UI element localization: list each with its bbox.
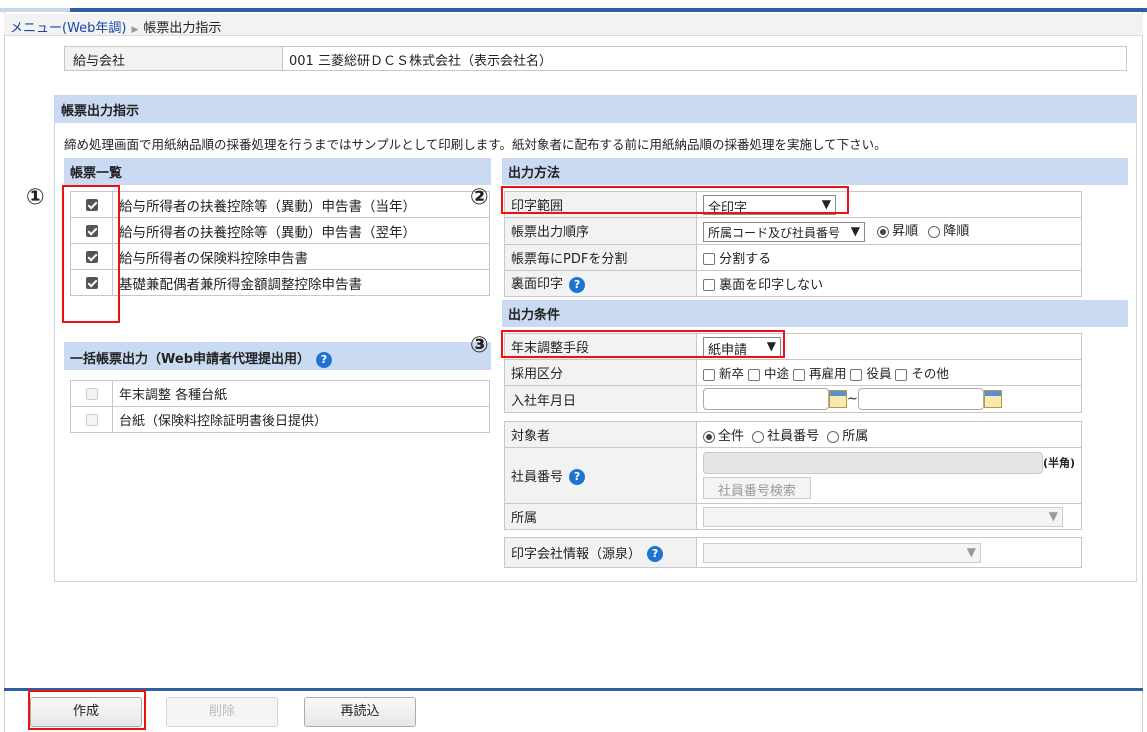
target-option: 社員番号 bbox=[767, 429, 820, 444]
breadcrumb-menu-link[interactable]: メニュー(Web年調) bbox=[10, 21, 127, 36]
target-option: 全件 bbox=[717, 429, 744, 444]
chevron-down-icon: ▼ bbox=[1048, 508, 1058, 523]
target-table: 対象者 全件 社員番号 所属 社員番号? (半角) 社員番号検索 所属 ▼ bbox=[504, 421, 1083, 530]
highlight-box bbox=[501, 186, 849, 214]
list-item: 給与所得者の扶養控除等（異動）申告書（当年） bbox=[70, 191, 490, 218]
dept-label: 所属 bbox=[504, 503, 697, 530]
bulk-table: 年末調整 各種台紙 台紙（保険料控除証明書後日提供） bbox=[70, 380, 490, 433]
bulk-item-label: 年末調整 各種台紙 bbox=[112, 380, 490, 407]
target-option: 所属 bbox=[842, 429, 869, 444]
employee-no-label: 社員番号 bbox=[511, 469, 564, 485]
marker-3: ③ bbox=[470, 333, 489, 358]
list-table: 給与所得者の扶養控除等（異動）申告書（当年） 給与所得者の扶養控除等（異動）申告… bbox=[70, 191, 490, 296]
company-label: 給与会社 bbox=[65, 47, 283, 70]
list-item: 給与所得者の扶養控除等（異動）申告書（翌年） bbox=[70, 217, 490, 244]
conditions-title: 出力条件 bbox=[502, 300, 1128, 327]
marker-1: ① bbox=[26, 185, 45, 210]
hire-type-option: 役員 bbox=[866, 366, 892, 381]
target-label: 対象者 bbox=[504, 421, 697, 448]
order-label: 帳票出力順序 bbox=[504, 217, 697, 245]
target-radio[interactable] bbox=[702, 430, 715, 443]
hire-type-checkbox[interactable] bbox=[895, 368, 908, 381]
hire-type-option: 再雇用 bbox=[808, 366, 847, 381]
company-info-cell: 印字会社情報（源泉）? bbox=[504, 537, 697, 568]
bulk-item-checkbox[interactable] bbox=[85, 413, 98, 426]
employee-no-cell: 社員番号? bbox=[504, 447, 697, 504]
asc-radio[interactable] bbox=[877, 225, 890, 238]
bulk-title-text: 一括帳票出力（Web申請者代理提出用） bbox=[70, 352, 310, 367]
reload-button[interactable]: 再読込 bbox=[304, 697, 416, 727]
desc-radio[interactable] bbox=[928, 225, 941, 238]
employee-no-hint: (半角) bbox=[1042, 456, 1075, 470]
hire-type-option: 新卒 bbox=[718, 366, 744, 381]
list-item: 基礎兼配偶者兼所得金額調整控除申告書 bbox=[70, 269, 490, 296]
hire-date-label: 入社年月日 bbox=[504, 385, 697, 413]
employee-search-button[interactable]: 社員番号検索 bbox=[702, 477, 811, 499]
list-item-label: 給与所得者の保険料控除申告書 bbox=[112, 243, 490, 270]
company-value: 001 三菱総研ＤＣＳ株式会社（表示会社名） bbox=[289, 54, 552, 69]
asc-label: 昇順 bbox=[892, 224, 919, 239]
delete-button[interactable]: 削除 bbox=[166, 697, 278, 727]
hire-type-checkbox[interactable] bbox=[792, 368, 805, 381]
employee-no-input[interactable] bbox=[702, 452, 1043, 474]
highlight-box bbox=[62, 185, 120, 323]
help-icon[interactable]: ? bbox=[316, 351, 332, 368]
list-item: 給与所得者の保険料控除申告書 bbox=[70, 243, 490, 270]
company-row: 給与会社 001 三菱総研ＤＣＳ株式会社（表示会社名） bbox=[64, 46, 1127, 71]
marker-2: ② bbox=[470, 185, 489, 210]
panel-title: 帳票出力指示 bbox=[55, 96, 1136, 123]
split-pdf-checkbox[interactable] bbox=[703, 253, 715, 265]
desc-label: 降順 bbox=[943, 224, 970, 239]
bulk-item-checkbox[interactable] bbox=[85, 387, 98, 400]
list-item: 年末調整 各種台紙 bbox=[70, 380, 490, 407]
output-method-title: 出力方法 bbox=[502, 158, 1128, 185]
notice-text: 締め処理画面で用紙納品順の採番処理を行うまではサンプルとして印刷します。紙対象者… bbox=[64, 137, 887, 152]
help-icon[interactable]: ? bbox=[569, 469, 586, 486]
back-print-label: 裏面印字 bbox=[511, 277, 564, 293]
calendar-icon[interactable] bbox=[829, 390, 847, 408]
chevron-down-icon: ▼ bbox=[966, 544, 976, 559]
list-item-label: 給与所得者の扶養控除等（異動）申告書（当年） bbox=[112, 191, 490, 218]
company-info-select[interactable]: ▼ bbox=[703, 542, 981, 563]
hire-type-checkbox[interactable] bbox=[747, 368, 760, 381]
company-info-label: 印字会社情報（源泉） bbox=[511, 546, 642, 562]
hire-type-checkbox[interactable] bbox=[850, 368, 863, 381]
order-select[interactable]: 所属コード及び社員番号 ▼ bbox=[703, 221, 865, 242]
hire-type-label: 採用区分 bbox=[504, 359, 697, 386]
list-item-label: 基礎兼配偶者兼所得金額調整控除申告書 bbox=[112, 269, 490, 296]
list-item: 台紙（保険料控除証明書後日提供） bbox=[70, 406, 490, 433]
highlight-box bbox=[28, 690, 146, 730]
breadcrumb: メニュー(Web年調) ▶ 帳票出力指示 bbox=[4, 14, 1143, 36]
back-print-checkbox[interactable] bbox=[703, 279, 715, 291]
hire-date-tilde: ~ bbox=[847, 391, 858, 407]
order-value: 所属コード及び社員番号 bbox=[708, 225, 841, 240]
list-item-label: 給与所得者の扶養控除等（異動）申告書（翌年） bbox=[112, 217, 490, 244]
hire-date-to-input[interactable] bbox=[857, 388, 984, 410]
help-icon[interactable]: ? bbox=[569, 276, 586, 293]
bottom-bar bbox=[4, 688, 1143, 691]
hire-type-option: 中途 bbox=[763, 366, 789, 381]
bulk-title: 一括帳票出力（Web申請者代理提出用）? bbox=[64, 342, 491, 370]
back-print-option: 裏面を印字しない bbox=[719, 277, 824, 293]
target-radio[interactable] bbox=[827, 430, 840, 443]
breadcrumb-separator-icon: ▶ bbox=[131, 25, 139, 35]
breadcrumb-current: 帳票出力指示 bbox=[143, 21, 222, 36]
hire-type-checkbox[interactable] bbox=[703, 368, 715, 381]
hire-date-from-input[interactable] bbox=[703, 388, 829, 410]
target-radio[interactable] bbox=[752, 430, 765, 443]
chevron-down-icon: ▼ bbox=[850, 223, 860, 238]
split-pdf-label: 帳票毎にPDFを分割 bbox=[504, 243, 697, 271]
back-print-cell: 裏面印字? bbox=[504, 269, 697, 297]
help-icon[interactable]: ? bbox=[647, 546, 664, 563]
list-title: 帳票一覧 bbox=[64, 158, 491, 185]
split-pdf-option: 分割する bbox=[719, 251, 772, 267]
company-info-table: 印字会社情報（源泉）? ▼ bbox=[504, 537, 1082, 568]
hire-type-option: その他 bbox=[911, 366, 949, 381]
dept-select[interactable]: ▼ bbox=[702, 506, 1063, 527]
highlight-box bbox=[501, 330, 785, 358]
calendar-icon[interactable] bbox=[983, 390, 1002, 408]
bulk-item-label: 台紙（保険料控除証明書後日提供） bbox=[112, 406, 490, 433]
